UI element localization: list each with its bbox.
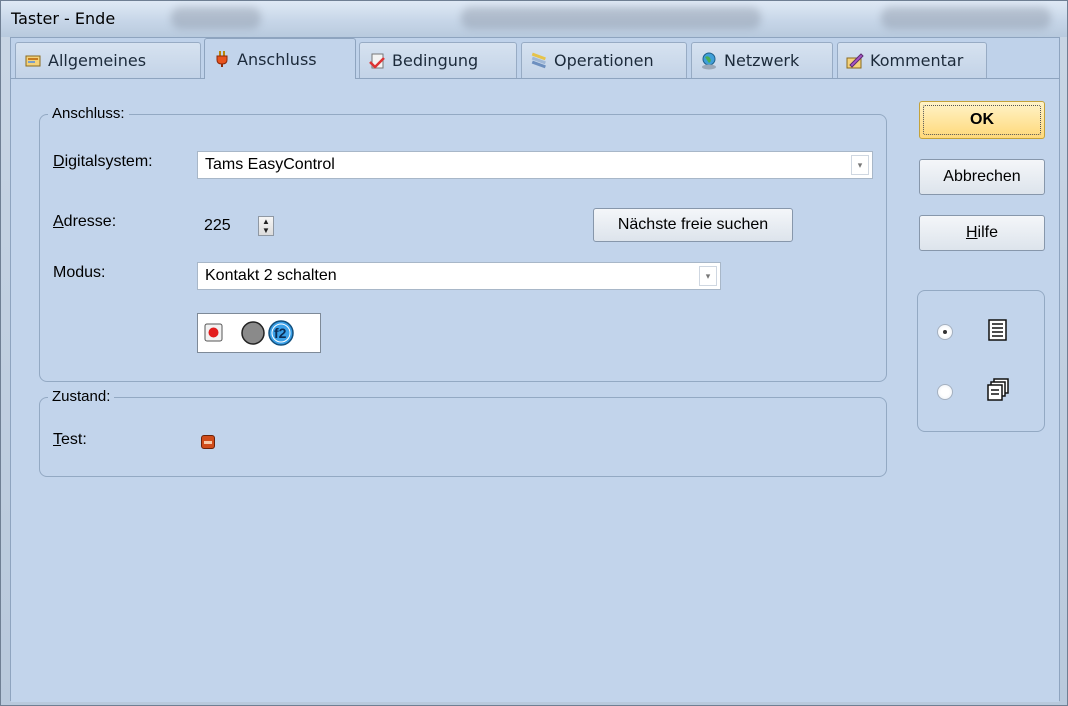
view-options-panel xyxy=(917,290,1045,432)
title-bar[interactable]: Taster - Ende xyxy=(1,1,1067,37)
tab-label: Anschluss xyxy=(237,49,317,69)
window-title: Taster - Ende xyxy=(11,9,116,28)
zustand-group-label: Zustand: xyxy=(48,388,115,405)
test-toggle-button[interactable] xyxy=(201,435,215,449)
list-view-icon xyxy=(988,319,1007,341)
comment-icon xyxy=(846,52,864,68)
anschluss-group-label: Anschluss: xyxy=(48,105,129,122)
list-view-radio[interactable] xyxy=(937,324,953,340)
zustand-group: Zustand: xyxy=(39,388,887,477)
adresse-value: 225 xyxy=(204,217,231,234)
general-icon xyxy=(25,55,41,66)
dialog-client-area: Allgemeines Anschluss Bedingung Operatio… xyxy=(10,37,1060,702)
ok-button[interactable]: OK xyxy=(919,101,1045,139)
cascade-view-radio[interactable] xyxy=(937,384,953,400)
digitalsystem-value: Tams EasyControl xyxy=(205,156,335,173)
help-button[interactable]: Hilfe xyxy=(919,215,1045,251)
find-next-free-button[interactable]: Nächste freie suchen xyxy=(593,208,793,242)
chevron-down-icon[interactable]: ▾ xyxy=(699,266,717,286)
tab-anschluss[interactable]: Anschluss xyxy=(204,38,356,79)
tab-label: Allgemeines xyxy=(48,51,147,70)
adresse-spinbox[interactable]: 225 ▲ ▼ xyxy=(197,212,285,240)
modus-value: Kontakt 2 schalten xyxy=(205,267,337,284)
adresse-label: Adresse: xyxy=(53,213,117,230)
digitalsystem-combobox[interactable]: Tams EasyControl ▾ xyxy=(197,151,873,179)
test-label: Test: xyxy=(53,431,87,448)
chevron-down-icon[interactable]: ▾ xyxy=(851,155,869,175)
contact-state-preview: f2 xyxy=(197,313,321,353)
operations-icon xyxy=(531,52,546,68)
grey-circle-icon xyxy=(241,321,265,345)
contact-led-icons xyxy=(204,320,294,346)
tab-kommentar[interactable]: Kommentar xyxy=(837,42,987,78)
function-badge-label: f2 xyxy=(274,325,287,341)
network-icon xyxy=(702,52,716,69)
tab-bedingung[interactable]: Bedingung xyxy=(359,42,517,78)
dialog-window: Taster - Ende Allgemeines Anschluss Bedi… xyxy=(0,0,1068,706)
tab-label: Kommentar xyxy=(870,51,964,70)
tab-label: Bedingung xyxy=(392,51,479,70)
minus-icon xyxy=(204,441,212,444)
tab-label: Operationen xyxy=(554,51,654,70)
tab-allgemeines[interactable]: Allgemeines xyxy=(15,42,201,78)
spin-arrows-icon[interactable]: ▲ ▼ xyxy=(258,216,274,236)
tab-bar: Allgemeines Anschluss Bedingung Operatio… xyxy=(11,38,1059,79)
tab-page-anschluss: Anschluss: Digitalsystem: Tams EasyContr… xyxy=(11,79,1059,702)
cancel-button[interactable]: Abbrechen xyxy=(919,159,1045,195)
modus-combobox[interactable]: Kontakt 2 schalten ▾ xyxy=(197,262,721,290)
tab-netzwerk[interactable]: Netzwerk xyxy=(691,42,833,78)
digitalsystem-label: Digitalsystem: xyxy=(53,153,153,170)
cascade-view-icon xyxy=(987,378,1009,401)
condition-icon xyxy=(369,53,385,69)
modus-label: Modus: xyxy=(53,264,106,281)
plug-icon xyxy=(216,51,228,67)
tab-label: Netzwerk xyxy=(724,51,800,70)
red-led-icon xyxy=(208,327,219,338)
tab-operationen[interactable]: Operationen xyxy=(521,42,687,78)
